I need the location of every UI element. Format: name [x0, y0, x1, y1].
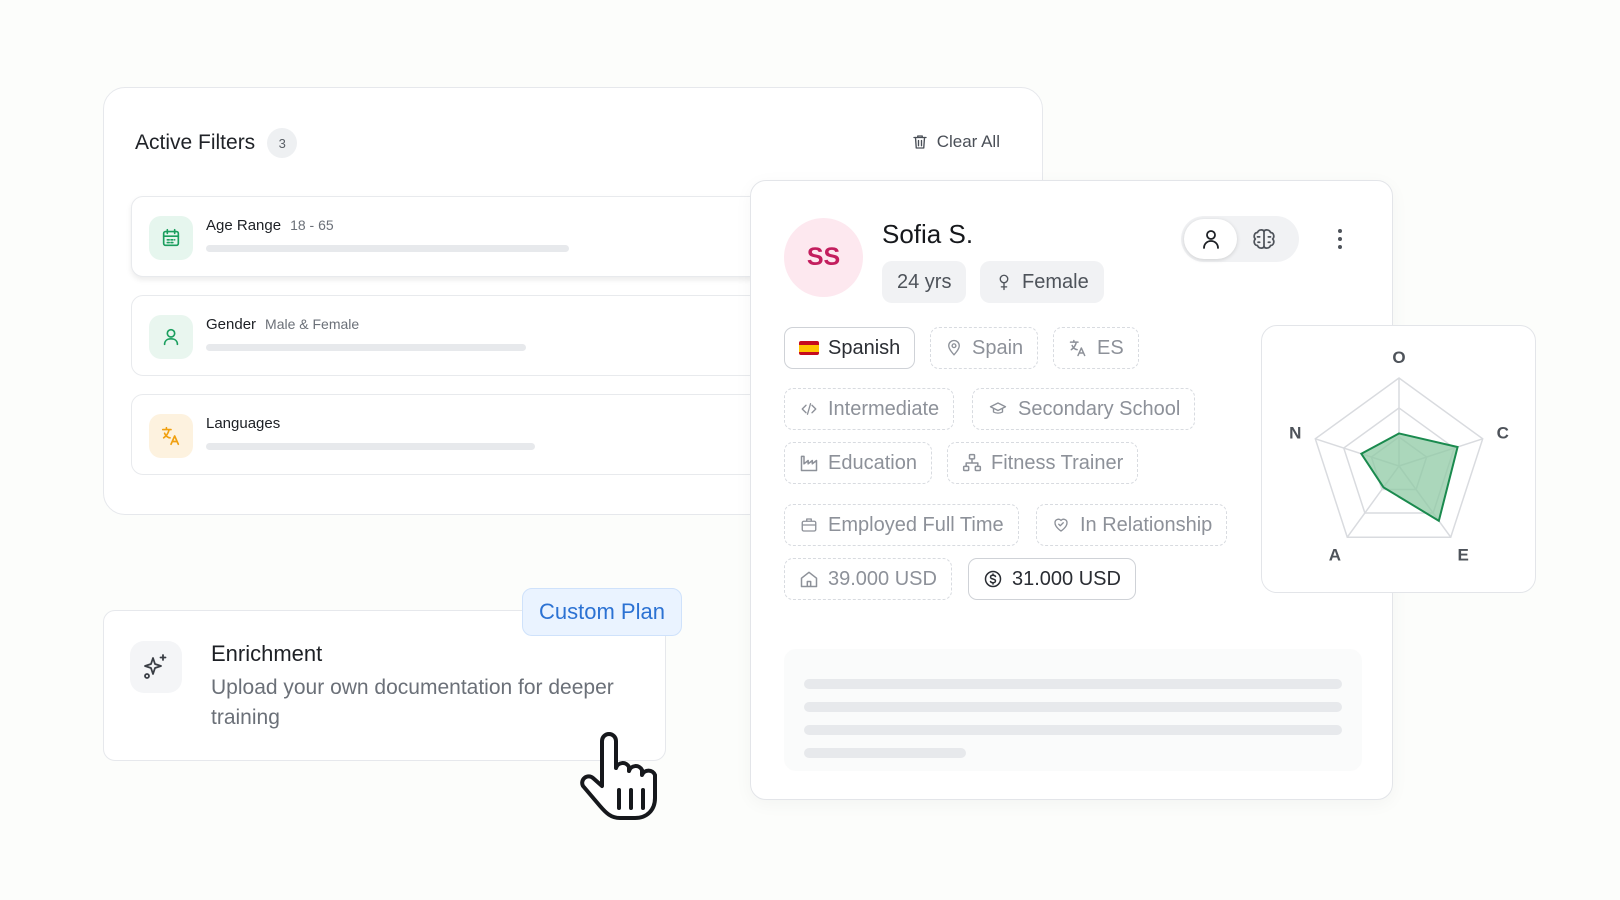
gender-value: Female	[1022, 270, 1089, 293]
view-toggle	[1181, 216, 1299, 262]
avatar: SS	[784, 218, 863, 297]
filters-header: Active Filters 3	[135, 128, 298, 158]
summary-line	[804, 725, 1342, 735]
summary-placeholder	[784, 649, 1362, 771]
briefcase-icon	[801, 518, 817, 532]
location-pin-icon	[948, 339, 960, 356]
spain-flag-icon	[799, 341, 819, 355]
tag-label: In Relationship	[1080, 513, 1213, 536]
tag-occupation: Fitness Trainer	[947, 442, 1139, 484]
filter-row-languages[interactable]: Languages	[131, 394, 771, 475]
personality-radar-card: O C E A N	[1261, 325, 1536, 593]
tag-personal-income: 31.000 USD	[968, 558, 1136, 600]
sparkles-icon	[130, 641, 182, 693]
age-pill: 24 yrs	[882, 261, 967, 303]
radar-axis-label-a: A	[1329, 545, 1341, 564]
gender-pill: Female	[980, 261, 1104, 303]
summary-line	[804, 748, 966, 758]
translate-icon	[149, 414, 193, 458]
clear-all-button[interactable]: Clear All	[911, 132, 1000, 152]
filter-value: Male & Female	[265, 316, 360, 332]
radar-axis-label-c: C	[1497, 423, 1509, 442]
kebab-menu-icon	[1338, 229, 1342, 249]
tag-label: Intermediate	[828, 397, 940, 420]
trash-icon	[913, 135, 927, 149]
profile-name: Sofia S.	[882, 219, 974, 249]
tag-relationship: In Relationship	[1036, 504, 1228, 546]
filter-placeholder-bar	[206, 344, 526, 351]
tag-language-code: ES	[1053, 327, 1139, 369]
tag-language: Spanish	[784, 327, 916, 369]
radar-axis-label-o: O	[1392, 348, 1405, 367]
tag-label: Education	[828, 451, 917, 474]
summary-line	[804, 702, 1342, 712]
translate-icon	[1069, 339, 1086, 357]
tag-level: Intermediate	[784, 388, 955, 430]
dollar-coin-icon	[984, 570, 1002, 588]
age-value: 24 yrs	[897, 270, 952, 293]
tag-label: Spain	[972, 336, 1024, 359]
clear-all-label: Clear All	[936, 132, 1000, 151]
personality-view-button[interactable]	[1237, 219, 1290, 259]
filter-label: Age Range	[206, 217, 282, 234]
profile-view-button[interactable]	[1184, 219, 1237, 259]
org-chart-icon	[962, 453, 982, 472]
factory-icon	[800, 455, 818, 472]
filter-placeholder-bar	[206, 443, 535, 450]
tag-label: ES	[1097, 336, 1124, 359]
filter-placeholder-bar	[206, 245, 569, 252]
radar-axis-label-e: E	[1457, 545, 1468, 564]
enrichment-description: Upload your own documentation for deeper…	[211, 676, 614, 729]
custom-plan-badge[interactable]: Custom Plan	[522, 588, 682, 636]
summary-line	[804, 679, 1342, 689]
home-icon	[800, 571, 818, 588]
radar-axis-label-n: N	[1289, 423, 1301, 442]
filters-title: Active Filters	[135, 131, 256, 154]
code-icon	[801, 403, 817, 415]
brain-icon	[1252, 229, 1275, 249]
enrichment-title: Enrichment	[211, 641, 323, 666]
radar-data-polygon	[1359, 432, 1459, 523]
filter-row-age-range[interactable]: Age Range 18 - 65	[131, 196, 771, 277]
tag-label: 39.000 USD	[828, 567, 937, 590]
tag-label: 31.000 USD	[1012, 567, 1121, 590]
person-icon	[1202, 230, 1219, 249]
tag-household-income: 39.000 USD	[784, 558, 952, 600]
female-icon	[999, 274, 1009, 291]
tag-label: Employed Full Time	[828, 513, 1004, 536]
filter-row-gender[interactable]: Gender Male & Female	[131, 295, 771, 376]
hand-pointer-cursor-icon	[580, 732, 657, 820]
tag-industry: Education	[784, 442, 932, 484]
calendar-icon	[149, 216, 193, 260]
tag-country: Spain	[930, 327, 1039, 369]
tag-employment: Employed Full Time	[784, 504, 1019, 546]
tag-school: Secondary School	[972, 388, 1196, 430]
tag-label: Secondary School	[1018, 397, 1181, 420]
tag-label: Fitness Trainer	[991, 451, 1124, 474]
more-options-button[interactable]	[1328, 224, 1352, 254]
filter-value: 18 - 65	[290, 217, 334, 233]
user-icon	[149, 315, 193, 359]
graduation-cap-icon	[989, 402, 1007, 414]
tag-label: Spanish	[828, 336, 901, 359]
heart-handshake-icon	[1054, 518, 1068, 532]
filter-label: Languages	[206, 415, 281, 432]
filter-label: Gender	[206, 316, 257, 333]
filter-count-badge: 3	[267, 128, 298, 158]
personality-radar-chart: O C E A N	[1289, 348, 1509, 564]
